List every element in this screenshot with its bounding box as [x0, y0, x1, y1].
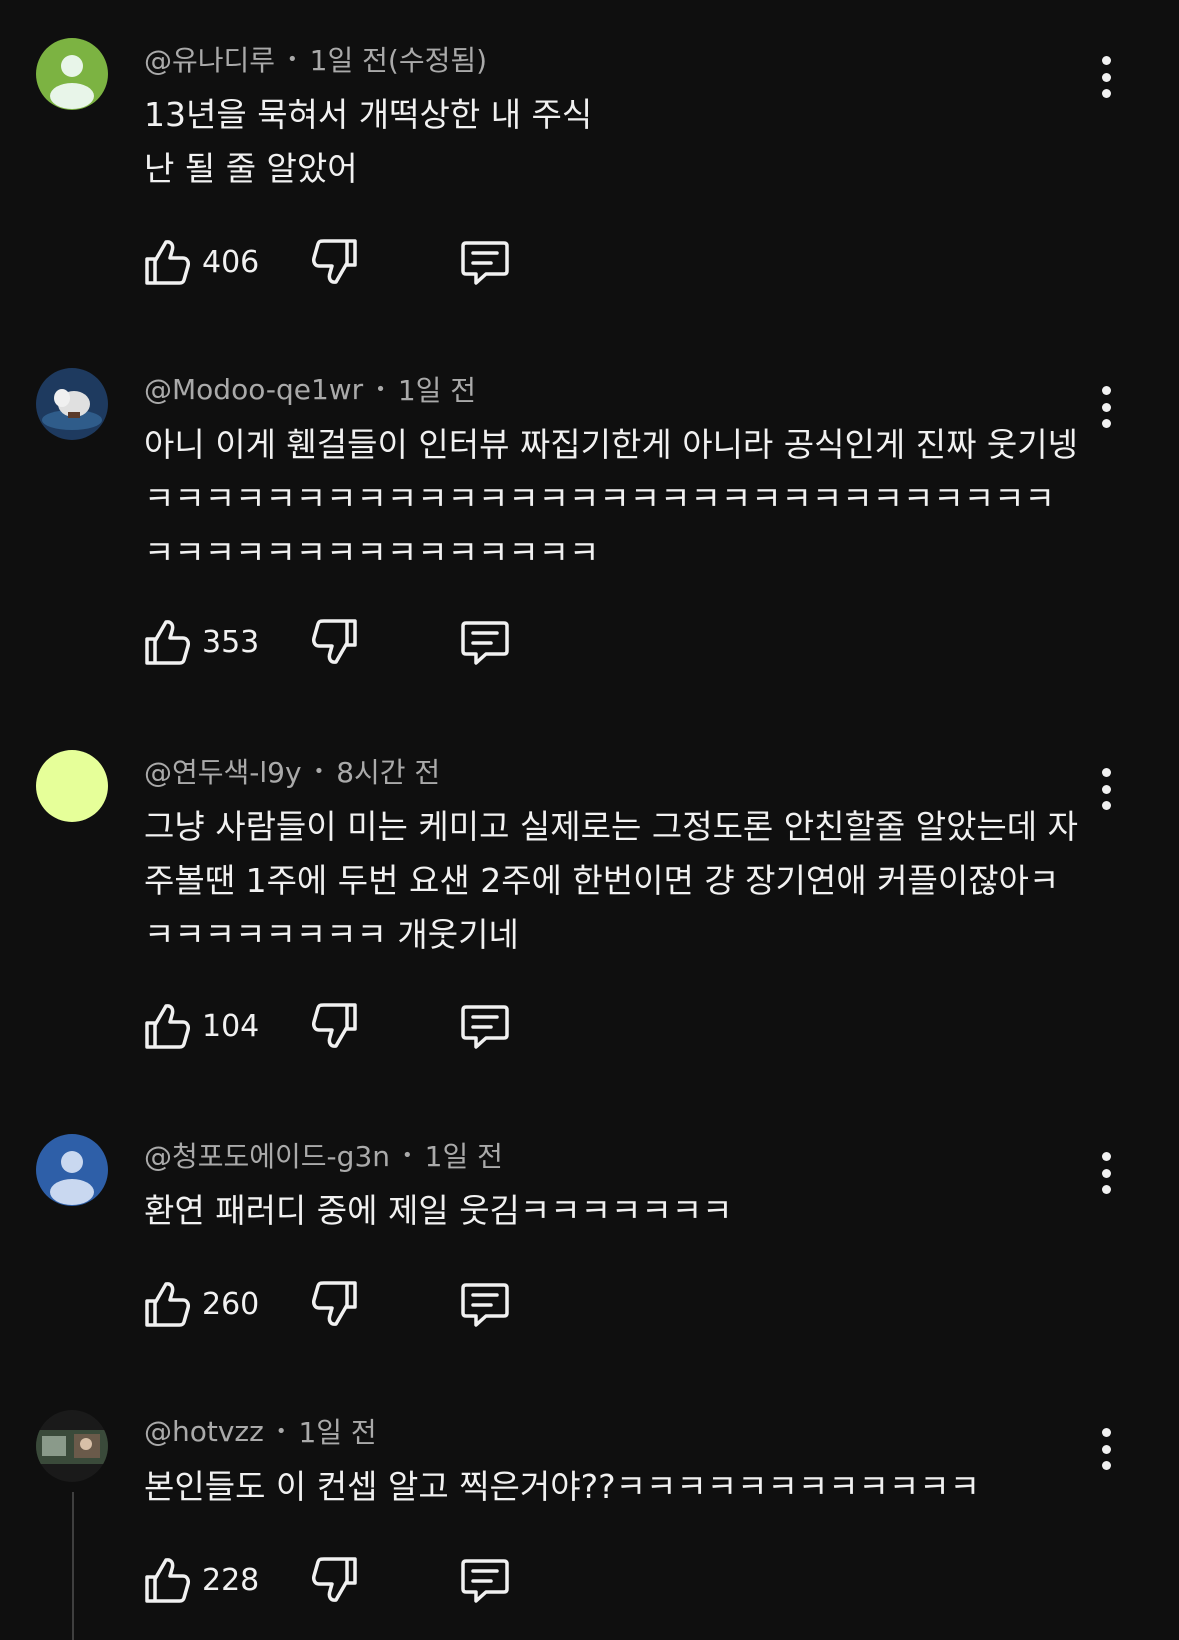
more-vertical-icon[interactable] [1092, 386, 1120, 428]
comment-text: 아니 이게 휀걸들이 인터뷰 짜집기한게 아니라 공식인게 진짜 웃기넹ㅋㅋㅋㅋ… [144, 425, 1078, 572]
like-button[interactable]: 406 [144, 236, 259, 288]
photo-avatar-icon [36, 1410, 108, 1482]
thumbs-up-icon [145, 1004, 190, 1049]
comment-actions: 406 [144, 236, 544, 288]
reply-button[interactable] [460, 236, 510, 288]
like-button[interactable]: 353 [144, 616, 259, 668]
default-person-icon [36, 38, 108, 110]
comment-author[interactable]: @연두색-l9y [144, 751, 302, 791]
avatar[interactable] [36, 368, 108, 440]
dislike-button[interactable] [312, 1000, 358, 1052]
like-button[interactable]: 260 [144, 1278, 259, 1330]
comment-time: 8시간 전 [336, 756, 441, 789]
separator-dot: • [287, 48, 298, 70]
comment-author[interactable]: @청포도에이드-g3n [144, 1135, 390, 1175]
comment-text: 본인들도 이 컨셉 알고 찍은거야??ㅋㅋㅋㅋㅋㅋㅋㅋㅋㅋㅋㅋ [144, 1467, 980, 1506]
comment-text: 13년을 묵혀서 개떡상한 내 주식 난 될 줄 알았어 [144, 95, 593, 188]
like-count: 260 [202, 1286, 260, 1322]
more-vertical-icon[interactable] [1092, 768, 1120, 810]
comment-meta: @hotvzz • 1일 전 [144, 1414, 377, 1450]
comment-author[interactable]: @hotvzz [144, 1415, 264, 1448]
comment-time: 1일 전 [397, 374, 477, 407]
thumbs-down-icon [312, 1003, 357, 1048]
comment-text: 그냥 사람들이 미는 케미고 실제로는 그정도론 안친할줄 알았는데 자주볼땐 … [144, 807, 1078, 954]
thumbs-up-icon [145, 1558, 190, 1603]
like-count: 104 [202, 1008, 260, 1044]
dislike-button[interactable] [312, 236, 358, 288]
reply-button[interactable] [460, 1554, 510, 1606]
comment-meta: @연두색-l9y • 8시간 전 [144, 751, 441, 791]
reply-comment-icon [461, 241, 509, 285]
like-button[interactable]: 228 [144, 1554, 259, 1606]
comment-time: 1일 전 [424, 1140, 503, 1173]
comment-actions: 260 [144, 1278, 544, 1330]
separator-dot: • [313, 760, 325, 782]
dislike-button[interactable] [312, 616, 358, 668]
thumbs-up-icon [145, 620, 190, 665]
like-button[interactable]: 104 [144, 1000, 259, 1052]
default-person-icon [36, 1134, 108, 1206]
reply-comment-icon [461, 1559, 509, 1603]
reply-comment-icon [461, 1283, 509, 1327]
dislike-button[interactable] [312, 1554, 358, 1606]
thumbs-down-icon [312, 619, 357, 664]
comment-meta: @유나디루 • 1일 전(수정됨) [144, 39, 488, 79]
reply-button[interactable] [460, 1000, 510, 1052]
avatar[interactable] [36, 1410, 108, 1482]
photo-avatar-icon [36, 368, 108, 440]
reply-comment-icon [461, 621, 509, 665]
comment-author[interactable]: @유나디루 [144, 39, 275, 79]
separator-dot: • [402, 1144, 413, 1166]
comment-time: 1일 전(수정됨) [309, 44, 488, 77]
separator-dot: • [375, 378, 386, 400]
comment-time: 1일 전 [298, 1416, 377, 1449]
comment-meta: @Modoo-qe1wr • 1일 전 [144, 372, 477, 408]
reply-comment-icon [461, 1005, 509, 1049]
comment-text: 환연 패러디 중에 제일 웃김ㅋㅋㅋㅋㅋㅋㅋ [144, 1191, 733, 1230]
more-vertical-icon[interactable] [1092, 1152, 1120, 1194]
avatar[interactable] [36, 1134, 108, 1206]
like-count: 353 [202, 624, 260, 660]
like-count: 406 [202, 244, 260, 280]
thumbs-down-icon [312, 239, 357, 284]
thumbs-down-icon [312, 1281, 357, 1326]
like-count: 228 [202, 1562, 260, 1598]
comment-meta: @청포도에이드-g3n • 1일 전 [144, 1135, 503, 1175]
more-vertical-icon[interactable] [1092, 1428, 1120, 1470]
solid-color-avatar-icon [36, 750, 108, 822]
separator-dot: • [275, 1420, 287, 1442]
thread-line [72, 1492, 74, 1640]
comment-actions: 228 [144, 1554, 544, 1606]
more-vertical-icon[interactable] [1092, 56, 1120, 98]
comment-actions: 104 [144, 1000, 544, 1052]
thumbs-up-icon [145, 240, 190, 285]
avatar[interactable] [36, 750, 108, 822]
reply-button[interactable] [460, 616, 510, 668]
comment-actions: 353 [144, 616, 544, 668]
dislike-button[interactable] [312, 1278, 358, 1330]
thumbs-up-icon [145, 1282, 190, 1327]
thumbs-down-icon [312, 1557, 357, 1602]
reply-button[interactable] [460, 1278, 510, 1330]
avatar[interactable] [36, 38, 108, 110]
comment-author[interactable]: @Modoo-qe1wr [144, 373, 363, 406]
